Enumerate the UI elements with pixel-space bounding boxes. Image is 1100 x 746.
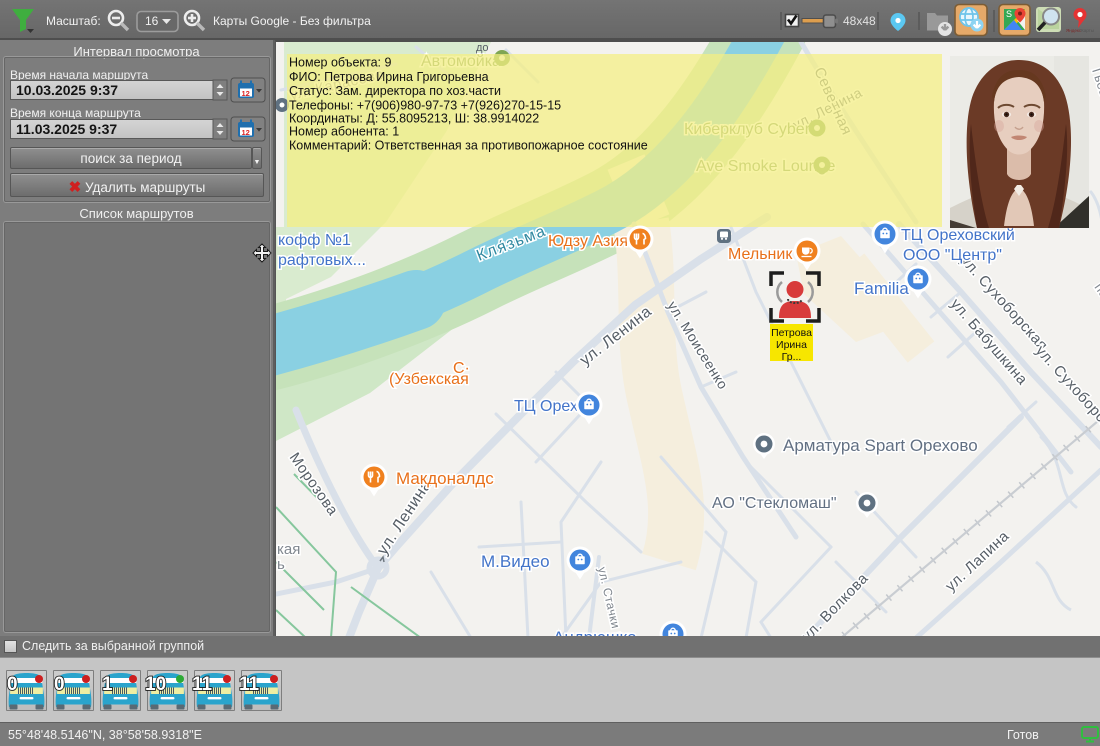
svg-text:Комментарий: Ответственная за: Комментарий: Ответственная за противопож… [289, 138, 648, 152]
svg-text:кофф №1: кофф №1 [278, 232, 351, 249]
svg-text:11: 11 [192, 674, 213, 695]
svg-text:до: до [476, 42, 489, 54]
svg-text:рафтовых...: рафтовых... [278, 252, 366, 269]
svg-text:Андрюшка: Андрюшка [553, 628, 637, 636]
svg-text:ЯндексКарты: ЯндексКарты [1066, 28, 1094, 33]
svg-text:М.Видео: М.Видео [481, 552, 550, 571]
svg-text:ТЦ Орех: ТЦ Орех [514, 398, 578, 415]
svg-text:Статус: Зам. директора по хоз.: Статус: Зам. директора по хоз.части [289, 84, 501, 98]
svg-text:Петрова: Петрова [771, 327, 812, 339]
svg-text:Макдоналдс: Макдоналдс [396, 469, 494, 488]
svg-text:Юдзу Азия: Юдзу Азия [548, 233, 628, 250]
svg-text:АО "Стекломаш": АО "Стекломаш" [712, 495, 837, 512]
svg-text:0: 0 [7, 674, 18, 695]
svg-text:10: 10 [145, 674, 166, 695]
svg-text:Номер абонента: 1: Номер абонента: 1 [289, 125, 399, 139]
svg-text:Ирина: Ирина [776, 339, 807, 351]
svg-text:Мельник: Мельник [728, 246, 793, 263]
svg-text:S: S [1006, 9, 1012, 19]
svg-text:0: 0 [54, 674, 65, 695]
svg-text:Арматура Spart Орехово: Арматура Spart Орехово [783, 436, 978, 455]
svg-text:(Узбекская: (Узбекская [389, 371, 469, 388]
svg-text:12: 12 [242, 128, 250, 137]
svg-text:Номер объекта: 9: Номер объекта: 9 [289, 56, 392, 70]
svg-text:11: 11 [239, 674, 260, 695]
svg-text:ООО "Центр": ООО "Центр" [903, 247, 1002, 264]
svg-text:ь: ь [277, 556, 285, 573]
svg-text:Гр...: Гр... [782, 351, 802, 363]
svg-text:ФИО: Петрова Ирина Григорьевна: ФИО: Петрова Ирина Григорьевна [289, 70, 489, 84]
svg-text:Координаты: Д: 55.8095213, Ш:: Координаты: Д: 55.8095213, Ш: 38.9914022 [289, 111, 539, 125]
svg-text:ТЦ Ореховский: ТЦ Ореховский [901, 227, 1015, 244]
svg-text:Familia: Familia [854, 279, 909, 298]
svg-text:1: 1 [102, 674, 113, 695]
svg-text:12: 12 [242, 89, 250, 98]
